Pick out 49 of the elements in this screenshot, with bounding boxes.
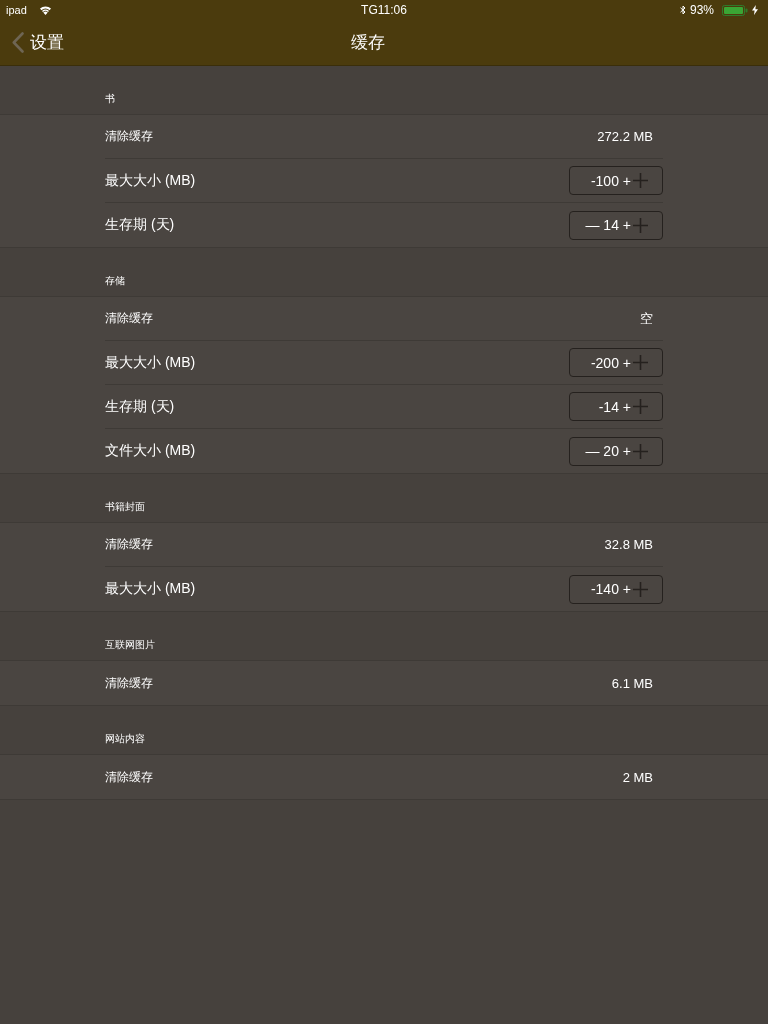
setting-label: 清除缓存 (105, 768, 153, 786)
section-header: 书 (105, 92, 115, 106)
setting-label: 最大大小 (MB) (105, 580, 196, 598)
plus-icon[interactable] (633, 355, 648, 370)
plus-icon[interactable] (633, 173, 648, 188)
setting-label: 清除缓存 (105, 536, 153, 553)
stepper-value: -14 + (598, 398, 631, 415)
battery-percent: 93% (689, 3, 714, 17)
plus-icon[interactable] (633, 443, 648, 459)
bluetooth-icon (679, 5, 686, 15)
battery-icon (722, 4, 748, 16)
setting-label: 清除缓存 (105, 674, 153, 692)
plus-icon[interactable] (633, 581, 648, 597)
cache-size: 2 MB (622, 769, 653, 785)
status-time: TG11:06 (361, 3, 407, 17)
stepper[interactable]: — 20 + (569, 436, 663, 466)
cache-size: 32.8 MB (604, 537, 653, 552)
wifi-icon (38, 5, 52, 15)
charging-bolt-icon (752, 5, 758, 15)
section-header: 互联网图片 (105, 638, 155, 652)
back-chevron-icon (12, 32, 24, 53)
stepper[interactable]: -100 + (569, 166, 663, 195)
section-header: 网站内容 (105, 732, 145, 746)
stepper-value: — 14 + (585, 217, 631, 233)
setting-label: 最大大小 (MB) (105, 171, 196, 190)
stepper[interactable]: — 14 + (569, 210, 663, 240)
setting-label: 生存期 (天) (105, 216, 175, 234)
stepper[interactable]: -14 + (569, 392, 663, 421)
stepper-value: -140 + (590, 581, 631, 597)
carrier-label: ipad (6, 4, 27, 16)
stepper[interactable]: -200 + (569, 348, 663, 377)
plus-icon[interactable] (633, 399, 648, 414)
cache-size: 272.2 MB (597, 129, 653, 144)
cache-size: 空 (640, 309, 653, 328)
setting-label: 最大大小 (MB) (105, 353, 196, 372)
setting-label: 清除缓存 (105, 128, 153, 145)
back-button[interactable]: 设置 (0, 31, 64, 54)
setting-label: 清除缓存 (105, 310, 153, 327)
setting-label: 文件大小 (MB) (105, 442, 196, 460)
stepper-value: -100 + (590, 172, 631, 189)
stepper-value: — 20 + (585, 443, 631, 459)
section-header: 书籍封面 (105, 500, 145, 514)
section-header: 存储 (105, 274, 125, 288)
plus-icon[interactable] (633, 217, 648, 233)
cache-size: 6.1 MB (611, 675, 653, 691)
nav-title: 缓存 (351, 32, 385, 54)
setting-label: 生存期 (天) (105, 397, 175, 416)
stepper-value: -200 + (590, 354, 631, 371)
stepper[interactable]: -140 + (569, 574, 663, 604)
